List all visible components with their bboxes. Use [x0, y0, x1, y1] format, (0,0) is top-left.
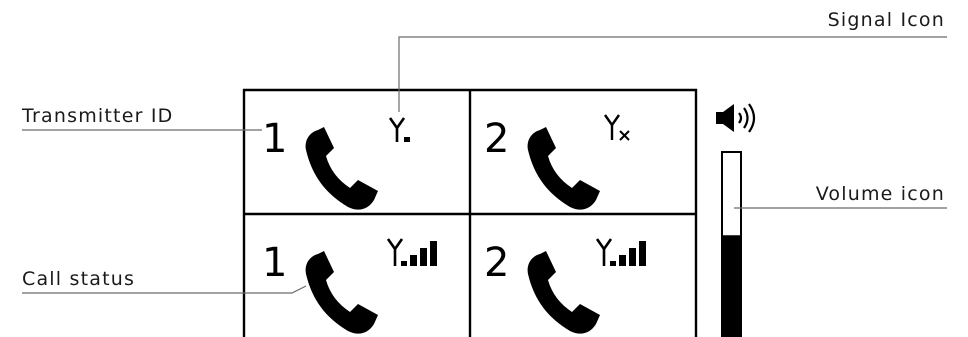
transmitter-id-callout: Transmitter ID — [21, 105, 173, 127]
transmitter-id: 1 — [262, 240, 287, 286]
antenna-no-signal-icon — [604, 114, 630, 141]
call-tile[interactable]: 1 — [262, 116, 410, 210]
call-status-icon — [305, 251, 378, 334]
transmitter-id: 2 — [484, 240, 509, 286]
volume-icon-callout: Volume icon — [816, 183, 945, 205]
signal-icon-leader — [398, 36, 947, 112]
call-status-callout: Call status — [22, 268, 135, 290]
call-tile[interactable]: 2 — [484, 114, 630, 210]
volume-fill — [722, 235, 741, 337]
antenna-full-icon — [386, 238, 437, 266]
call-grid — [242, 88, 698, 337]
signal-icon-callout: Signal Icon — [828, 9, 945, 31]
transmitter-id: 1 — [262, 116, 287, 162]
display-diagram: 1 2 1 2 Signal Icon Transmitter ID Volum… — [21, 9, 947, 337]
call-tile[interactable]: 1 — [262, 238, 437, 334]
speaker-icon — [716, 103, 756, 133]
antenna-weak-icon — [388, 117, 410, 142]
antenna-full-icon — [595, 238, 646, 266]
call-status-icon — [305, 127, 378, 210]
call-tile[interactable]: 2 — [484, 238, 646, 334]
transmitter-id: 2 — [484, 116, 509, 162]
call-status-icon — [527, 127, 600, 210]
call-status-icon — [527, 251, 600, 334]
volume-slider[interactable] — [721, 151, 742, 337]
